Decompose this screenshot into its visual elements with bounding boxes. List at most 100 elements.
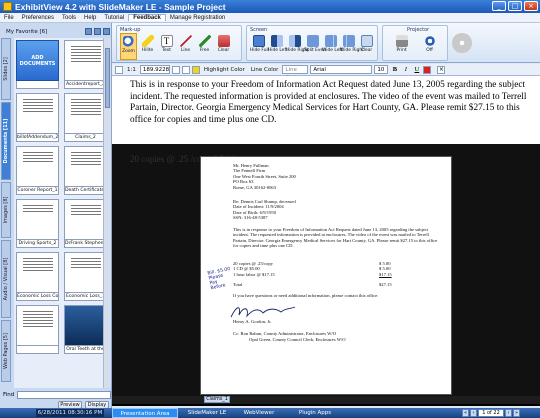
zoom-tool[interactable]: Zoom <box>120 33 137 60</box>
menu-tools[interactable]: Tools <box>58 15 80 21</box>
list-item[interactable]: Claims_2 <box>64 93 107 142</box>
thumbnail-list: ADD DOCUMENTS Accidentreport_2 billofAdd… <box>14 38 111 388</box>
highlight-color-label[interactable]: Highlight Color <box>202 67 247 73</box>
exhibit-panel: My Favorite [6] Slides [2] Documents [11… <box>0 23 112 409</box>
projector-off-tool[interactable]: Off <box>421 33 438 60</box>
tab-slidemaker[interactable]: SlideMaker LE <box>182 408 232 418</box>
menu-preferences[interactable]: Preferences <box>18 15 58 21</box>
rotate-icon[interactable] <box>181 65 190 74</box>
text-color-swatch[interactable] <box>423 65 432 74</box>
markup-group: Mark-up Zoom Hilite T Text Line Free Clea… <box>116 25 242 61</box>
tab-presentation-area[interactable]: Presentation Area <box>112 408 178 418</box>
pencil-icon <box>198 35 211 47</box>
print-tool[interactable]: Print <box>393 33 410 60</box>
presentation-area[interactable]: This is in response to your Freedom of I… <box>112 76 540 406</box>
document-tab[interactable]: Claims_1 <box>204 396 230 403</box>
text-tool[interactable]: T Text <box>158 33 175 60</box>
wide-right-icon <box>342 35 355 47</box>
wide-left-icon <box>324 35 337 47</box>
status-bar: 6/28/2011 08:30:16 PM Presentation Area … <box>0 408 540 418</box>
list-item[interactable]: Accidentreport_2 <box>64 40 107 89</box>
hide-left-tool[interactable]: Hide Left <box>268 33 288 60</box>
zoom-icon <box>122 36 135 48</box>
font-size-select[interactable]: 10 <box>374 65 389 74</box>
find-input[interactable] <box>17 391 111 399</box>
prev-page-icon[interactable]: ‹ <box>470 409 477 417</box>
screen-right-icon <box>288 35 301 47</box>
favorites-label[interactable]: My Favorite [6] <box>6 29 47 35</box>
line-tool[interactable]: Line <box>177 33 194 60</box>
maximize-button[interactable]: □ <box>508 1 522 11</box>
ratio-button[interactable]: 1:1 <box>125 67 138 73</box>
hilite-tool[interactable]: Hilite <box>139 33 156 60</box>
page-indicator: 1 of 22 <box>478 409 504 417</box>
first-page-icon[interactable]: « <box>462 409 469 417</box>
last-page-icon[interactable]: » <box>513 409 520 417</box>
zoom-input[interactable]: 189.9228 <box>139 65 170 74</box>
app-icon <box>3 2 12 11</box>
menu-tutorial[interactable]: Tutorial <box>100 15 128 21</box>
list-item[interactable]: Driving Sports_2 <box>16 199 59 248</box>
tab-slides[interactable]: Slides [2] <box>1 38 11 100</box>
close-button[interactable]: × <box>524 1 538 11</box>
hide-full-tool[interactable]: Hide Full <box>250 33 269 60</box>
minimize-button[interactable]: _ <box>492 1 506 11</box>
title-bar: ExhibitView 4.2 with SlideMaker LE - Sam… <box>0 0 540 13</box>
list-item[interactable]: DrFrank StephenCV_1 <box>64 199 107 248</box>
underline-button[interactable]: U <box>412 66 421 73</box>
fit-icon[interactable] <box>171 65 180 74</box>
split-even-tool[interactable]: Split Even <box>304 33 326 60</box>
disc-icon <box>452 33 472 53</box>
handwritten-note: Bill. $5.00 Please Pay Before <box>207 266 231 292</box>
add-documents-button[interactable]: ADD DOCUMENTS <box>16 40 59 89</box>
grid-view-icon[interactable] <box>94 28 101 35</box>
list-item[interactable]: Death Certificate_2 <box>64 146 107 195</box>
wide-left-tool[interactable]: Wide Left <box>322 33 343 60</box>
italic-button[interactable]: I <box>401 66 410 73</box>
tab-webviewer[interactable]: WebViewer <box>236 408 282 418</box>
tab-audio-visual[interactable]: Audio / Visual [8] <box>1 240 11 318</box>
split-icon <box>306 35 319 47</box>
projector-group: Projector Print Off <box>382 25 448 61</box>
close-icon[interactable]: × <box>437 65 446 74</box>
hide-right-tool[interactable]: Hide Right <box>286 33 309 60</box>
clear-screen-tool[interactable]: Clear <box>358 33 375 60</box>
tab-web-pages[interactable]: Web Pages [5] <box>1 320 11 382</box>
list-item[interactable]: Oral Teeth at the <box>64 305 107 354</box>
list-view-icon[interactable] <box>85 28 92 35</box>
line-style-select[interactable]: Line Style <box>282 65 309 81</box>
menu-manage-registration[interactable]: Manage Registration <box>166 15 229 21</box>
clear-markup-tool[interactable]: Clear <box>215 33 232 60</box>
line-icon <box>179 35 192 47</box>
bold-button[interactable]: B <box>390 66 399 73</box>
document-page[interactable]: Mr. Henry Fullman The Fennell Firm One W… <box>200 156 452 395</box>
list-item[interactable]: billofAddendum_2 <box>16 93 59 142</box>
next-page-icon[interactable]: › <box>505 409 512 417</box>
list-item[interactable]: Coroner Report_1 <box>16 146 59 195</box>
page-body: This is in response to your Freedom of I… <box>233 227 438 249</box>
signer-name: Henry A. Gordon, Jr. <box>233 319 272 324</box>
folder-icon[interactable] <box>103 28 110 35</box>
highlight-color-swatch[interactable] <box>191 65 200 74</box>
tab-plugin-apps[interactable]: Plugin Apps <box>290 408 340 418</box>
thumbnail-scrollbar[interactable] <box>103 38 111 388</box>
find-label: Find <box>3 392 15 398</box>
font-select[interactable]: Arial <box>310 65 373 74</box>
clear-screen-icon <box>360 35 373 47</box>
list-item[interactable]: Economic Loss_1 <box>64 252 107 301</box>
format-toolbar: 1:1 189.9228 Highlight Color Line Color … <box>112 64 540 81</box>
tab-images[interactable]: Images [8] <box>1 182 11 238</box>
arrow-left-icon[interactable] <box>115 65 123 74</box>
menu-file[interactable]: File <box>0 15 18 21</box>
free-tool[interactable]: Free <box>196 33 213 60</box>
menu-help[interactable]: Help <box>80 15 100 21</box>
horizontal-scrollbar[interactable] <box>112 396 540 404</box>
zoomed-text-callout: This is in response to your Freedom of I… <box>130 80 527 125</box>
line-color-label[interactable]: Line Color <box>249 67 281 73</box>
menu-feedback[interactable]: Feedback <box>128 14 166 21</box>
page-navigator: « ‹ 1 of 22 › » <box>462 409 520 417</box>
list-item[interactable]: Economic Loss Combo <box>16 252 59 301</box>
wide-right-tool[interactable]: Wide Right <box>340 33 364 60</box>
tab-documents[interactable]: Documents [11] <box>1 102 11 180</box>
list-item[interactable] <box>16 305 59 354</box>
